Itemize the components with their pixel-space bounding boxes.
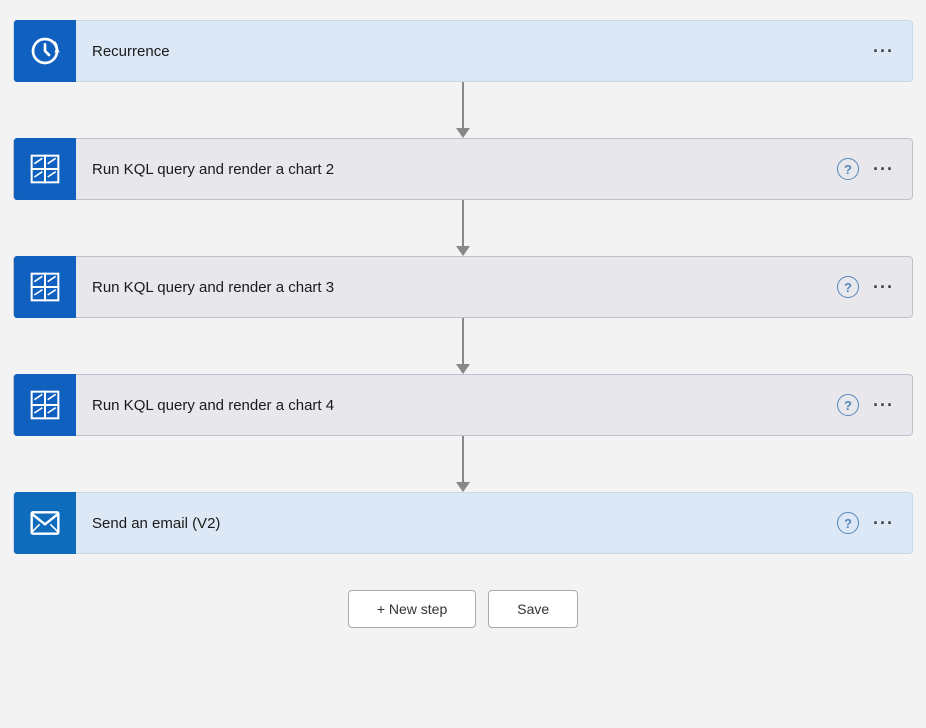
kql2-icon bbox=[14, 138, 76, 200]
kql3-help-button[interactable]: ? bbox=[837, 276, 859, 298]
kql4-label: Run KQL query and render a chart 4 bbox=[76, 397, 837, 414]
flow-container: Recurrence ··· Run KQL query and render … bbox=[13, 20, 913, 628]
step-kql4[interactable]: Run KQL query and render a chart 4 ? ··· bbox=[13, 374, 913, 436]
kql4-actions: ? ··· bbox=[837, 394, 912, 416]
arrow-1 bbox=[456, 82, 470, 138]
recurrence-actions: ··· bbox=[869, 40, 912, 62]
bottom-actions: + New step Save bbox=[348, 590, 578, 628]
kql4-icon bbox=[14, 374, 76, 436]
email-icon bbox=[14, 492, 76, 554]
arrow-line-2 bbox=[462, 200, 464, 246]
kql2-help-button[interactable]: ? bbox=[837, 158, 859, 180]
recurrence-label: Recurrence bbox=[76, 43, 869, 60]
arrow-head-4 bbox=[456, 482, 470, 492]
kql3-actions: ? ··· bbox=[837, 276, 912, 298]
kql4-more-button[interactable]: ··· bbox=[869, 394, 898, 416]
arrow-head-3 bbox=[456, 364, 470, 374]
arrow-line-3 bbox=[462, 318, 464, 364]
email-more-button[interactable]: ··· bbox=[869, 512, 898, 534]
step-email[interactable]: Send an email (V2) ? ··· bbox=[13, 492, 913, 554]
arrow-line-1 bbox=[462, 82, 464, 128]
step-recurrence[interactable]: Recurrence ··· bbox=[13, 20, 913, 82]
step-kql2[interactable]: Run KQL query and render a chart 2 ? ··· bbox=[13, 138, 913, 200]
recurrence-icon bbox=[14, 20, 76, 82]
email-label: Send an email (V2) bbox=[76, 515, 837, 532]
arrow-head-1 bbox=[456, 128, 470, 138]
step-kql3[interactable]: Run KQL query and render a chart 3 ? ··· bbox=[13, 256, 913, 318]
kql3-label: Run KQL query and render a chart 3 bbox=[76, 279, 837, 296]
kql3-more-button[interactable]: ··· bbox=[869, 276, 898, 298]
arrow-head-2 bbox=[456, 246, 470, 256]
kql4-help-button[interactable]: ? bbox=[837, 394, 859, 416]
email-actions: ? ··· bbox=[837, 512, 912, 534]
kql3-icon bbox=[14, 256, 76, 318]
kql2-label: Run KQL query and render a chart 2 bbox=[76, 161, 837, 178]
arrow-2 bbox=[456, 200, 470, 256]
recurrence-more-button[interactable]: ··· bbox=[869, 40, 898, 62]
new-step-button[interactable]: + New step bbox=[348, 590, 476, 628]
arrow-3 bbox=[456, 318, 470, 374]
kql2-actions: ? ··· bbox=[837, 158, 912, 180]
arrow-4 bbox=[456, 436, 470, 492]
arrow-line-4 bbox=[462, 436, 464, 482]
save-button[interactable]: Save bbox=[488, 590, 578, 628]
email-help-button[interactable]: ? bbox=[837, 512, 859, 534]
kql2-more-button[interactable]: ··· bbox=[869, 158, 898, 180]
